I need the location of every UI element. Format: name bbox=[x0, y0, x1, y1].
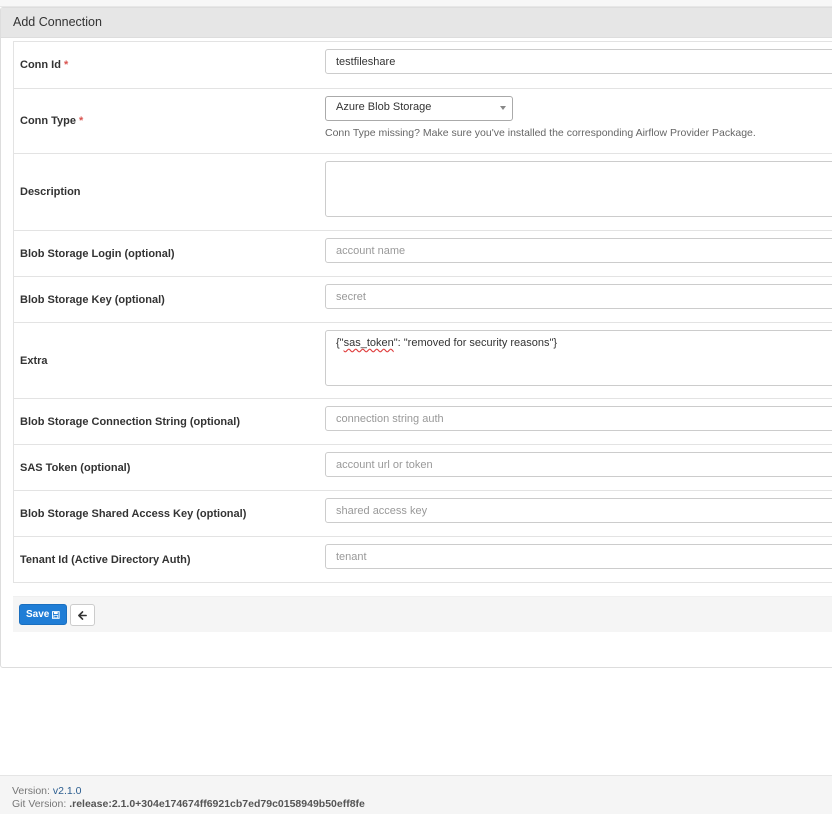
sas-token-label: SAS Token (optional) bbox=[20, 461, 131, 474]
key-input[interactable] bbox=[325, 284, 832, 309]
form-row-login: Blob Storage Login (optional) bbox=[14, 230, 832, 276]
required-mark: * bbox=[79, 115, 84, 127]
panel-title: Add Connection bbox=[1, 8, 832, 38]
arrow-left-icon bbox=[78, 610, 87, 620]
save-button[interactable]: Save bbox=[19, 604, 67, 625]
form-row-conn-id: Conn Id * bbox=[14, 42, 832, 88]
form-row-description: Description bbox=[14, 153, 832, 230]
conn-id-input[interactable] bbox=[325, 49, 832, 74]
form-actions: Save bbox=[13, 596, 832, 632]
spellcheck-word: sas_token bbox=[343, 337, 394, 349]
form-row-extra: Extra {"sas_token": "removed for securit… bbox=[14, 322, 832, 398]
sas-token-input[interactable] bbox=[325, 452, 832, 477]
key-label: Blob Storage Key (optional) bbox=[20, 293, 165, 306]
extra-textarea[interactable]: {"sas_token": "removed for security reas… bbox=[325, 330, 832, 386]
form-row-shared-key: Blob Storage Shared Access Key (optional… bbox=[14, 490, 832, 536]
form-row-sas-token: SAS Token (optional) bbox=[14, 444, 832, 490]
form-row-key: Blob Storage Key (optional) bbox=[14, 276, 832, 322]
dropdown-caret-icon bbox=[500, 106, 506, 110]
tenant-label: Tenant Id (Active Directory Auth) bbox=[20, 553, 191, 566]
floppy-disk-icon bbox=[52, 610, 60, 619]
conn-string-label: Blob Storage Connection String (optional… bbox=[20, 415, 240, 428]
shared-key-input[interactable] bbox=[325, 498, 832, 523]
extra-label: Extra bbox=[20, 354, 48, 367]
login-input[interactable] bbox=[325, 238, 832, 263]
git-version-value: .release:2.1.0+304e174674ff6921cb7ed79c0… bbox=[69, 798, 365, 810]
footer-git-version: Git Version: .release:2.1.0+304e174674ff… bbox=[12, 798, 365, 810]
conn-type-select[interactable]: Azure Blob Storage bbox=[325, 96, 513, 121]
top-navbar-strip bbox=[0, 0, 832, 7]
form-row-conn-string: Blob Storage Connection String (optional… bbox=[14, 398, 832, 444]
footer-version: Version: v2.1.0 bbox=[12, 785, 82, 797]
conn-type-label: Conn Type * bbox=[20, 115, 84, 127]
description-label: Description bbox=[20, 186, 81, 198]
tenant-input[interactable] bbox=[325, 544, 832, 569]
conn-type-selected-value: Azure Blob Storage bbox=[336, 101, 432, 113]
conn-id-label: Conn Id * bbox=[20, 59, 69, 71]
description-textarea[interactable] bbox=[325, 161, 832, 217]
shared-key-label: Blob Storage Shared Access Key (optional… bbox=[20, 507, 247, 520]
save-button-label: Save bbox=[26, 609, 50, 620]
conn-string-input[interactable] bbox=[325, 406, 832, 431]
back-button[interactable] bbox=[70, 604, 95, 626]
connection-form: Conn Id* Conn Type* Azure Blob Storage C… bbox=[13, 41, 832, 583]
required-mark: * bbox=[63, 59, 69, 71]
version-value: v2.1.0 bbox=[52, 785, 82, 797]
form-row-tenant: Tenant Id (Active Directory Auth) bbox=[14, 536, 832, 582]
form-row-conn-type: Conn Type * Azure Blob Storage Conn Type … bbox=[14, 88, 832, 153]
login-label: Blob Storage Login (optional) bbox=[20, 247, 175, 260]
page-footer: Version: v2.1.0 Git Version: .release:2.… bbox=[0, 775, 832, 814]
conn-type-help-text: Conn Type missing? Make sure you've inst… bbox=[325, 127, 756, 139]
